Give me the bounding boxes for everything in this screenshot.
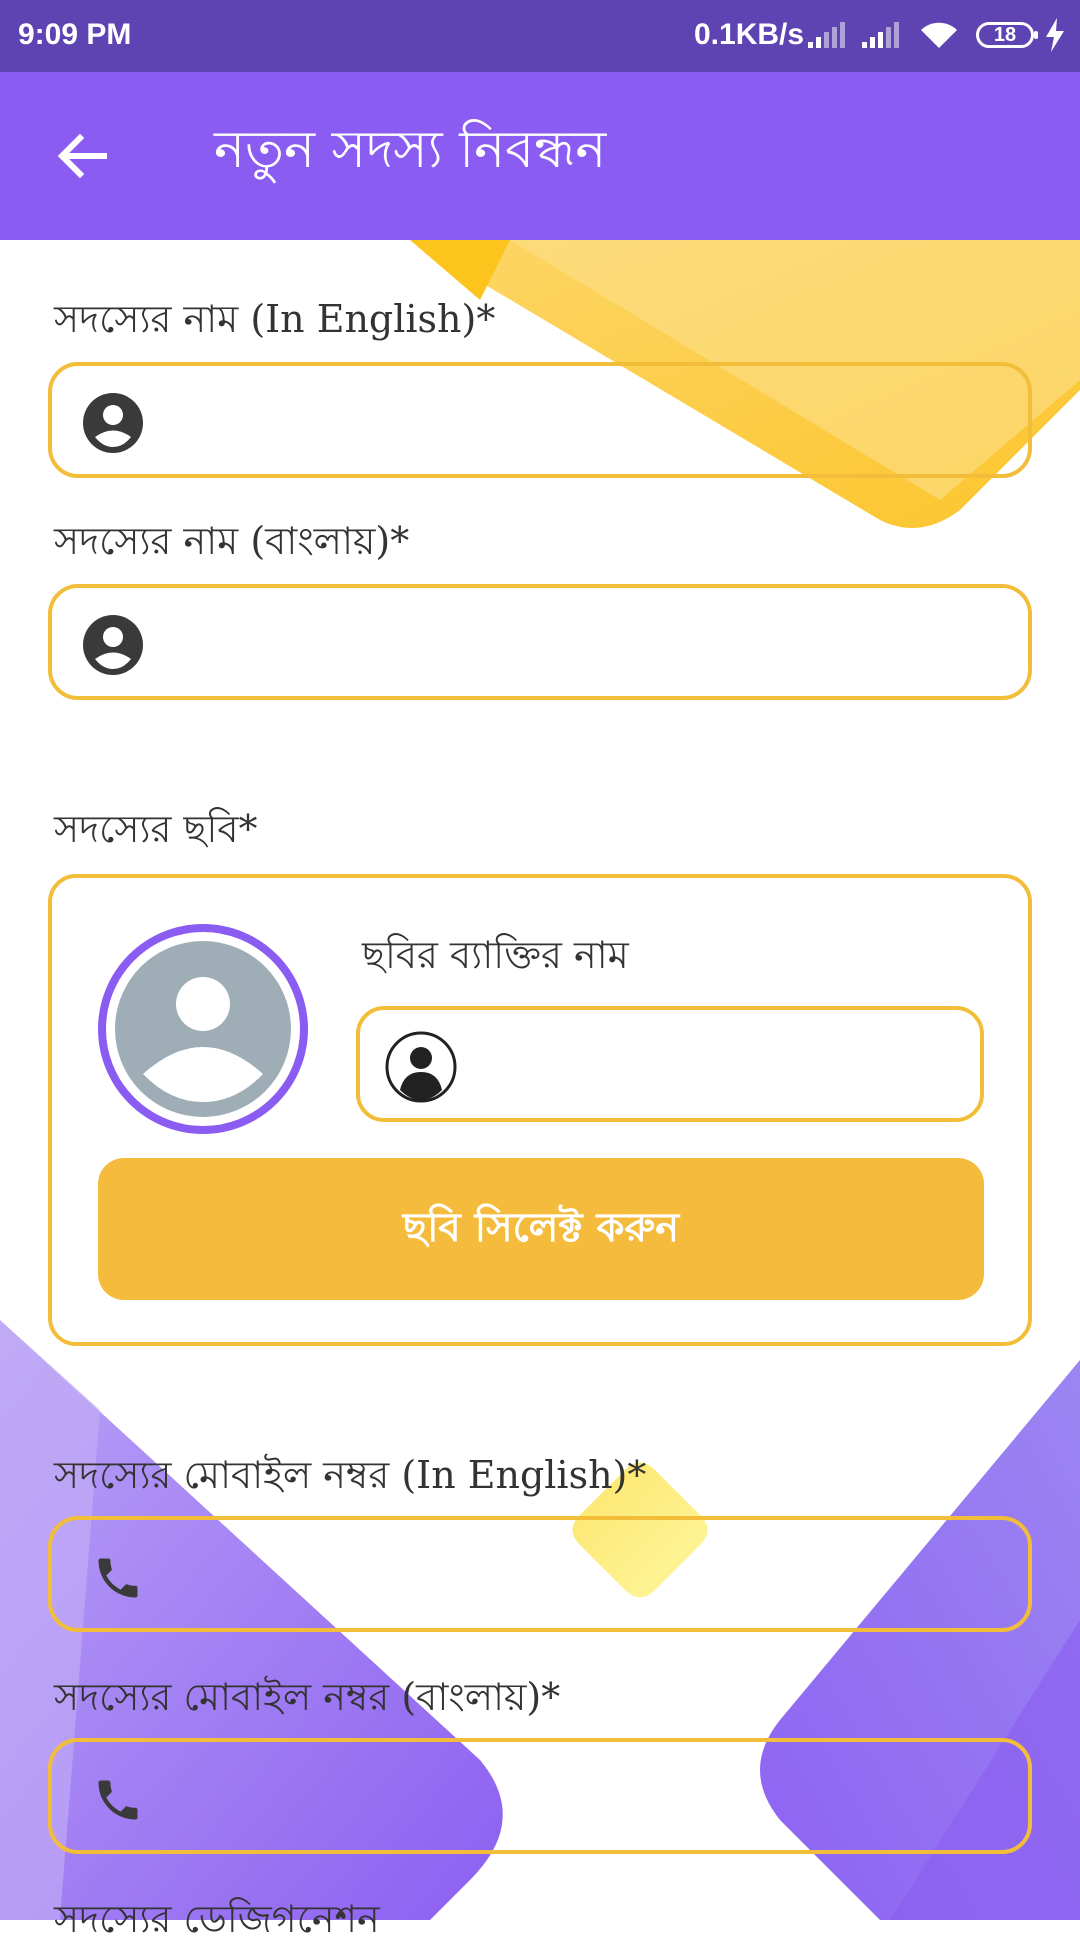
phone-icon <box>98 1780 138 1820</box>
phone-icon <box>98 1558 138 1598</box>
photo-person-input[interactable] <box>470 1030 964 1100</box>
name-english-field[interactable] <box>48 362 1032 478</box>
battery-icon: 18 <box>976 22 1038 48</box>
network-speed: 0.1KB/s <box>694 18 805 51</box>
name-english-label: সদস্যের নাম (In English)* <box>54 297 496 341</box>
mobile-english-label: সদস্যের মোবাইল নম্বর (In English)* <box>54 1453 647 1497</box>
mobile-english-input[interactable] <box>172 1540 996 1610</box>
page-title: নতুন সদস্য নিবন্ধন <box>214 120 607 180</box>
status-time: 9:09 PM <box>18 18 132 51</box>
select-photo-button[interactable]: ছবি সিলেক্ট করুন <box>98 1158 984 1300</box>
mobile-bangla-field[interactable] <box>48 1738 1032 1854</box>
app-bar: নতুন সদস্য নিবন্ধন <box>0 72 1080 240</box>
arrow-back-icon[interactable] <box>56 130 108 182</box>
mobile-bangla-label: সদস্যের মোবাইল নম্বর (বাংলায়)* <box>54 1675 561 1719</box>
status-bar: 9:09 PM 0.1KB/s 18 <box>0 0 1080 72</box>
avatar-placeholder[interactable] <box>98 924 308 1134</box>
signal-icon-2 <box>862 22 902 48</box>
mobile-bangla-input[interactable] <box>172 1762 996 1832</box>
name-bangla-input[interactable] <box>172 608 996 678</box>
designation-label: সদস্যের ডেজিগনেশন <box>54 1897 380 1941</box>
person-silhouette-icon <box>385 1031 457 1103</box>
signal-icon <box>808 22 848 48</box>
photo-person-field[interactable] <box>356 1006 984 1122</box>
name-english-input[interactable] <box>172 386 996 456</box>
charging-icon <box>1046 18 1064 52</box>
mobile-english-field[interactable] <box>48 1516 1032 1632</box>
photo-person-label: ছবির ব্যাক্তির নাম <box>362 933 629 977</box>
photo-card: ছবির ব্যাক্তির নাম ছবি সিলেক্ট করুন <box>48 874 1032 1346</box>
account-circle-icon <box>83 393 143 453</box>
photo-label: সদস্যের ছবি* <box>54 807 258 851</box>
battery-level: 18 <box>993 24 1017 46</box>
account-circle-icon <box>83 615 143 675</box>
wifi-icon <box>921 22 957 48</box>
avatar-icon <box>115 941 291 1117</box>
name-bangla-field[interactable] <box>48 584 1032 700</box>
name-bangla-label: সদস্যের নাম (বাংলায়)* <box>54 519 410 563</box>
